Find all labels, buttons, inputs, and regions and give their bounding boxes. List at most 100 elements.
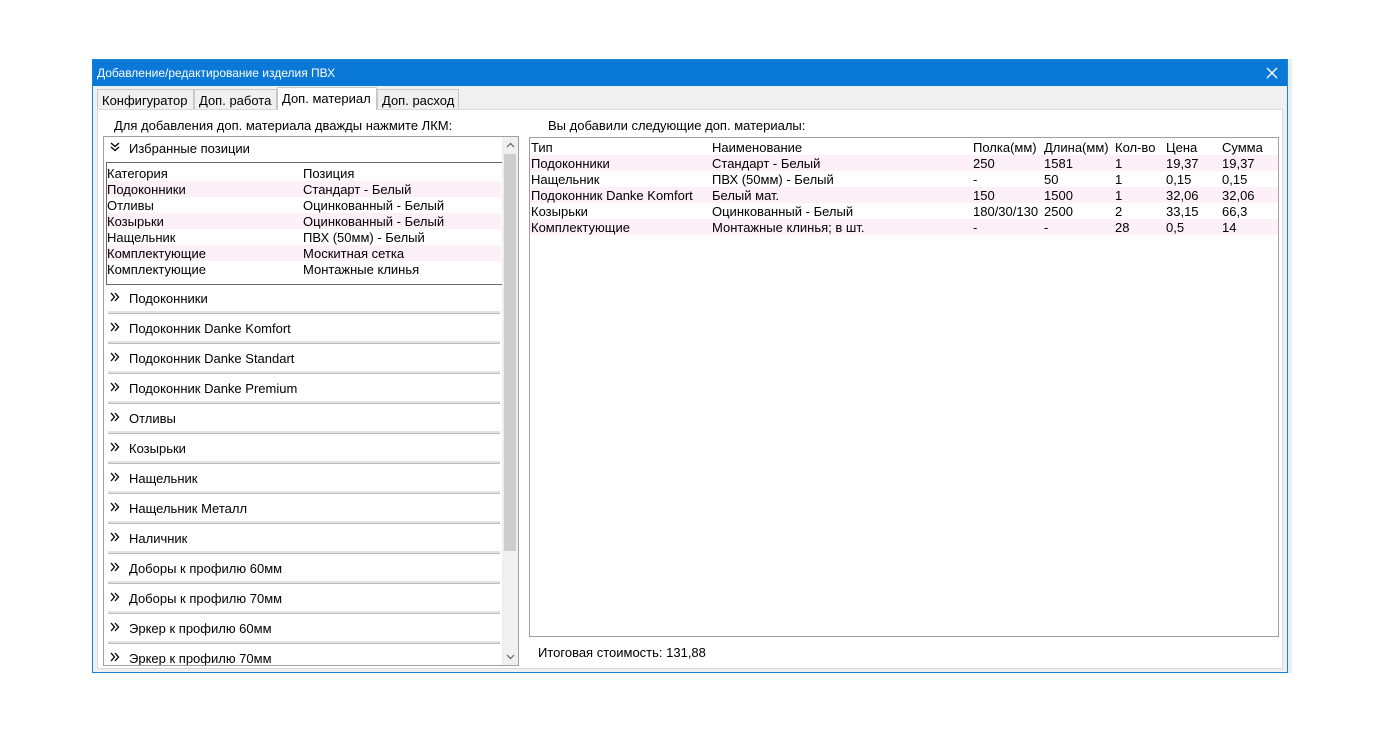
close-icon (1266, 67, 1278, 79)
cell-name: Белый мат. (712, 188, 780, 203)
scroll-up-button[interactable] (502, 137, 518, 153)
cell-type: Козырьки (531, 204, 588, 219)
chevron-double-right-icon (110, 532, 120, 542)
cell-sum: 66,3 (1222, 204, 1248, 219)
materials-tree-panel: Избранные позиции Категория Позиция Подо… (103, 136, 519, 666)
favorites-row[interactable]: Нащельник ПВХ (50мм) - Белый (107, 229, 501, 245)
column-header-position: Позиция (303, 166, 355, 181)
column-header-shelf: Полка(мм) (973, 140, 1037, 155)
chevron-double-right-icon (110, 412, 120, 422)
favorites-title: Избранные позиции (129, 141, 250, 156)
favorites-cell-position: ПВХ (50мм) - Белый (303, 230, 425, 245)
cell-name: ПВХ (50мм) - Белый (712, 172, 834, 187)
favorites-cell-position: Москитная сетка (303, 246, 405, 261)
tab-extra-consumption[interactable]: Доп. расход (377, 89, 459, 109)
cell-length: 2500 (1044, 204, 1073, 219)
group-header-danke-komfort[interactable]: Подоконник Danke Komfort (104, 314, 504, 344)
favorites-group-header[interactable]: Избранные позиции (104, 137, 504, 159)
favorites-row[interactable]: Козырьки Оцинкованный - Белый (107, 213, 501, 229)
table-header-row: Тип Наименование Полка(мм) Длина(мм) Кол… (530, 139, 1278, 155)
title-bar: Добавление/редактирование изделия ПВХ (93, 60, 1287, 86)
cell-type: Подоконники (531, 156, 610, 171)
favorites-cell-position: Оцинкованный - Белый (303, 198, 445, 213)
group-header-extensions-70[interactable]: Доборы к профилю 70мм (104, 584, 504, 614)
chevron-double-down-icon (110, 142, 120, 152)
favorites-cell-position: Оцинкованный - Белый (303, 214, 445, 229)
group-header-extensions-60[interactable]: Доборы к профилю 60мм (104, 554, 504, 584)
scrollbar-thumb[interactable] (504, 154, 516, 551)
tab-extra-material[interactable]: Доп. материал (277, 87, 377, 110)
group-label: Отливы (129, 411, 176, 426)
cell-length: 50 (1044, 172, 1059, 187)
group-header-danke-standart[interactable]: Подоконник Danke Standart (104, 344, 504, 374)
group-header-cover-strip-metal[interactable]: Нащельник Металл (104, 494, 504, 524)
cell-name: Монтажные клинья; в шт. (712, 220, 865, 235)
cell-length: - (1044, 220, 1049, 235)
favorites-row[interactable]: Комплектующие Монтажные клинья (107, 261, 501, 277)
favorites-row[interactable]: Отливы Оцинкованный - Белый (107, 197, 501, 213)
column-header-name: Наименование (712, 140, 803, 155)
cell-shelf: - (973, 172, 978, 187)
scroll-down-button[interactable] (502, 649, 518, 665)
tab-configurator[interactable]: Конфигуратор (97, 89, 194, 109)
right-heading: Вы добавили следующие доп. материалы: (548, 118, 806, 133)
cell-shelf: 250 (973, 156, 995, 171)
cell-type: Комплектующие (531, 220, 630, 235)
table-row[interactable]: Комплектующие Монтажные клинья; в шт. - … (530, 219, 1278, 235)
favorites-cell-category: Комплектующие (107, 262, 206, 277)
group-header-sills[interactable]: Подоконники (104, 284, 504, 314)
cell-name: Оцинкованный - Белый (712, 204, 854, 219)
cell-type: Нащельник (531, 172, 600, 187)
table-row[interactable]: Подоконник Danke Komfort Белый мат. 150 … (530, 187, 1278, 203)
column-header-sum: Сумма (1222, 140, 1263, 155)
cell-name: Стандарт - Белый (712, 156, 821, 171)
chevron-double-right-icon (110, 592, 120, 602)
favorites-header-row: Категория Позиция (107, 165, 501, 181)
chevron-double-right-icon (110, 382, 120, 392)
table-row[interactable]: Подоконники Стандарт - Белый 250 1581 1 … (530, 155, 1278, 171)
cell-qty: 1 (1115, 188, 1123, 203)
favorites-cell-category: Отливы (107, 198, 154, 213)
favorites-row[interactable]: Подоконники Стандарт - Белый (107, 181, 501, 197)
cell-qty: 1 (1115, 156, 1123, 171)
cell-price: 33,15 (1166, 204, 1199, 219)
group-label: Наличник (129, 531, 188, 546)
cell-shelf: 150 (973, 188, 995, 203)
tab-extra-work[interactable]: Доп. работа (194, 89, 277, 109)
left-instruction: Для добавления доп. материала дважды наж… (114, 118, 453, 133)
tab-page-extra-material: Для добавления доп. материала дважды наж… (97, 109, 1283, 669)
cell-price: 0,15 (1166, 172, 1192, 187)
chevron-double-right-icon (110, 502, 120, 512)
group-label: Козырьки (129, 441, 186, 456)
table-row[interactable]: Нащельник ПВХ (50мм) - Белый - 50 1 0,15… (530, 171, 1278, 187)
cell-sum: 14 (1222, 220, 1237, 235)
chevron-double-right-icon (110, 292, 120, 302)
close-button[interactable] (1257, 60, 1287, 86)
cell-length: 1500 (1044, 188, 1073, 203)
cell-shelf: - (973, 220, 978, 235)
cell-qty: 1 (1115, 172, 1123, 187)
group-header-danke-premium[interactable]: Подоконник Danke Premium (104, 374, 504, 404)
chevron-double-right-icon (110, 622, 120, 632)
chevron-double-right-icon (110, 652, 120, 662)
vertical-scrollbar[interactable] (502, 137, 518, 665)
group-label: Подоконник Danke Premium (129, 381, 298, 396)
cell-sum: 19,37 (1222, 156, 1255, 171)
favorites-cell-category: Нащельник (107, 230, 176, 245)
group-header-drip-edges[interactable]: Отливы (104, 404, 504, 434)
table-row[interactable]: Козырьки Оцинкованный - Белый 180/30/130… (530, 203, 1278, 219)
cell-price: 19,37 (1166, 156, 1199, 171)
background-app-edge (1288, 59, 1292, 673)
favorites-row[interactable]: Комплектующие Москитная сетка (107, 245, 501, 261)
total-cost-label: Итоговая стоимость: 131,88 (538, 645, 706, 660)
cell-sum: 32,06 (1222, 188, 1255, 203)
group-header-cover-strip[interactable]: Нащельник (104, 464, 504, 494)
group-header-canopies[interactable]: Козырьки (104, 434, 504, 464)
group-header-bay-60[interactable]: Эркер к профилю 60мм (104, 614, 504, 644)
group-header-trim[interactable]: Наличник (104, 524, 504, 554)
favorites-cell-category: Комплектующие (107, 246, 206, 261)
group-label: Эркер к профилю 60мм (129, 621, 272, 636)
group-header-bay-70[interactable]: Эркер к профилю 70мм (104, 644, 504, 665)
arrow-down-icon (506, 654, 515, 660)
added-materials-table: Тип Наименование Полка(мм) Длина(мм) Кол… (529, 137, 1279, 637)
